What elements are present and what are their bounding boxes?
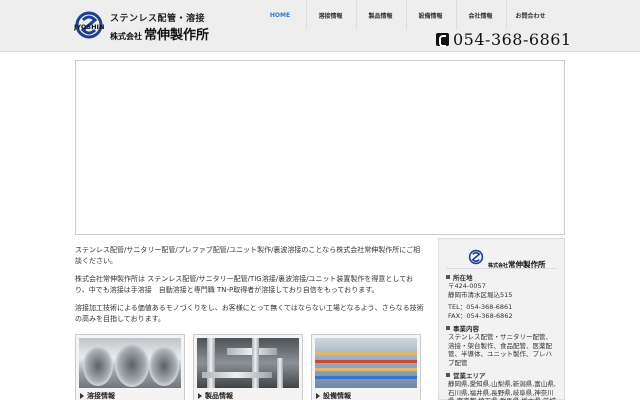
phone-icon — [436, 32, 449, 47]
sidebar-company-prefix: 株式会社 — [488, 263, 509, 269]
nav-home[interactable]: HOME — [256, 0, 304, 30]
intro-paragraph-1: ステンレス配管/サニタリー配管/プレファブ配管/ユニット製作/裏波溶接のことなら… — [75, 246, 421, 265]
logo-company-name: 常伸製作所 — [144, 28, 210, 43]
area-heading: 営業エリア — [446, 370, 557, 380]
arrow-right-icon — [316, 393, 320, 399]
sidebar-logo: 株式会社常伸製作所 — [446, 245, 557, 269]
area-heading-label: 営業エリア — [453, 372, 486, 380]
card-products-title: 製品情報 — [198, 391, 233, 400]
area-list: 静岡県,愛知県,山梨県,新潟県,富山県,石川県,福井県,長野県,岐阜県,神奈川県… — [448, 380, 556, 400]
nav-products[interactable]: 製品情報 — [356, 0, 404, 30]
welding-photo — [79, 338, 181, 388]
card-products-label: 製品情報 — [205, 392, 233, 400]
fax: FAX：054-368-6862 — [448, 311, 513, 320]
card-welding-label: 溶接情報 — [87, 392, 115, 400]
company-sidebar: 株式会社常伸製作所 所在地 〒424-0057 静岡市清水区堀込515 TEL：… — [438, 238, 565, 400]
site-logo[interactable]: JYOSHIN ステンレス配管・溶接 株式会社 常伸製作所 — [74, 8, 224, 43]
address-heading: 所在地 — [446, 272, 557, 282]
products-photo — [197, 338, 299, 388]
card-welding-title: 溶接情報 — [80, 391, 115, 400]
logo-mark-icon — [468, 249, 484, 265]
bullet-icon — [446, 373, 450, 377]
equipment-photo — [315, 338, 417, 388]
logo-mark-text: JYOSHIN — [74, 23, 104, 31]
address: 静岡市清水区堀込515 — [448, 290, 513, 299]
intro-paragraph-2: 株式会社常伸製作所は ステンレス配管/サニタリー配管/TIG溶接/裏波溶接/ユニ… — [75, 275, 414, 294]
bullet-icon — [446, 326, 450, 330]
site-header: JYOSHIN ステンレス配管・溶接 株式会社 常伸製作所 HOME 溶接情報 製… — [0, 0, 640, 52]
intro-text: ステンレス配管/サニタリー配管/プレファブ配管/ユニット製作/裏波溶接のことなら… — [75, 245, 425, 332]
arrow-right-icon — [198, 393, 202, 399]
sidebar-company: 株式会社常伸製作所 — [488, 252, 546, 271]
card-equipment-title: 設備情報 — [316, 391, 351, 400]
arrow-right-icon — [80, 393, 84, 399]
logo-company: 株式会社 常伸製作所 — [110, 24, 209, 43]
nav-welding[interactable]: 溶接情報 — [306, 0, 354, 30]
tel: TEL：054-368-6861 — [448, 303, 513, 311]
logo-mark-icon: JYOSHIN — [74, 11, 104, 39]
logo-company-prefix: 株式会社 — [110, 32, 142, 41]
business-heading-label: 事業内容 — [453, 325, 479, 333]
hero-banner — [75, 60, 565, 235]
nav-company[interactable]: 会社情報 — [456, 0, 504, 30]
phone-number: 054-368-6861 — [453, 29, 572, 49]
business-heading: 事業内容 — [446, 323, 557, 333]
address-heading-label: 所在地 — [453, 274, 473, 282]
bullet-icon — [446, 275, 450, 279]
feature-cards: 溶接情報 製品情報 設備情報 — [75, 334, 421, 400]
card-equipment[interactable]: 設備情報 — [311, 334, 421, 400]
postal-code: 〒424-0057 — [448, 282, 486, 290]
main-nav: HOME 溶接情報 製品情報 設備情報 会社情報 お問合わせ — [256, 0, 554, 30]
logo-tagline: ステンレス配管・溶接 — [110, 14, 206, 24]
sidebar-company-name: 常伸製作所 — [508, 260, 546, 269]
nav-equipment[interactable]: 設備情報 — [406, 0, 454, 30]
header-phone[interactable]: 054-368-6861 — [436, 29, 572, 49]
card-welding[interactable]: 溶接情報 — [75, 334, 185, 400]
card-products[interactable]: 製品情報 — [193, 334, 303, 400]
business-description: ステンレス配管・サニタリー配管、溶接・架台製作、食品配管、医薬配管、半導体、ユニ… — [448, 333, 552, 367]
card-equipment-label: 設備情報 — [323, 392, 351, 400]
intro-paragraph-3: 溶接加工技術による価値あるモノづくりをし、お客様にとって無くてはならない工場とな… — [75, 304, 424, 323]
nav-contact[interactable]: お問合わせ — [506, 0, 554, 30]
